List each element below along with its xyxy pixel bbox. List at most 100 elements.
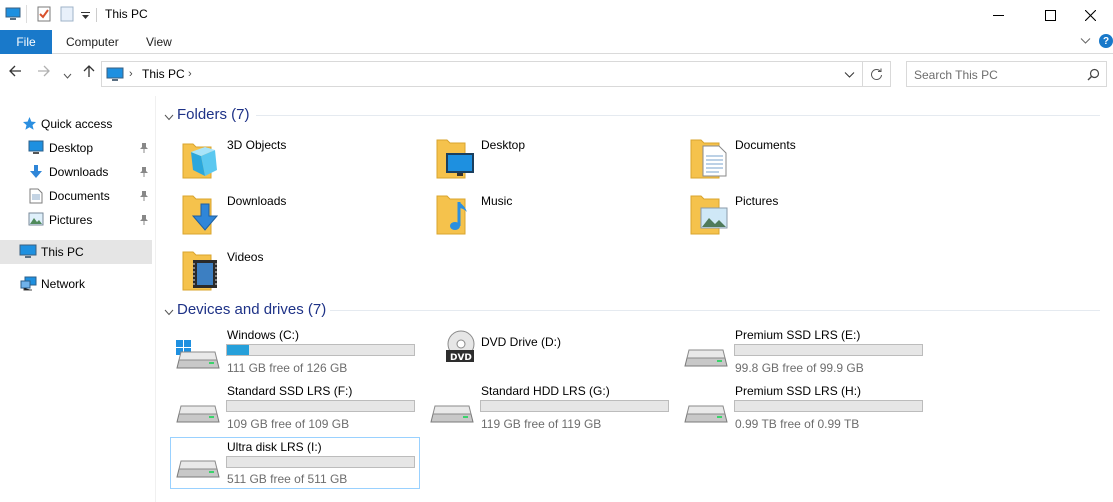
this-pc-icon	[106, 67, 124, 85]
star-icon	[22, 116, 37, 134]
folder-downloads[interactable]: Downloads	[181, 192, 431, 242]
drives-group-header[interactable]: Devices and drives (7)	[160, 300, 1100, 320]
drive-f[interactable]: Standard SSD LRS (F:) 109 GB free of 109…	[170, 382, 420, 434]
videos-icon	[181, 248, 221, 295]
drive-c[interactable]: Windows (C:) 111 GB free of 126 GB	[170, 326, 420, 378]
nav-quick-access[interactable]: Quick access	[0, 112, 152, 136]
properties-icon[interactable]	[37, 6, 51, 25]
hard-drive-icon	[683, 346, 729, 373]
breadcrumb-this-pc[interactable]: This PC	[142, 67, 185, 81]
tab-view[interactable]: View	[146, 35, 172, 49]
expand-ribbon-icon[interactable]	[1080, 35, 1091, 49]
address-bar[interactable]: › This PC ›	[101, 61, 863, 87]
drive-i[interactable]: Ultra disk LRS (I:) 511 GB free of 511 G…	[170, 437, 420, 489]
drive-free-space: 99.8 GB free of 99.9 GB	[735, 361, 864, 375]
folders-group-header[interactable]: Folders (7)	[160, 105, 1100, 125]
drive-label: Windows (C:)	[227, 328, 300, 342]
this-pc-icon[interactable]	[5, 6, 21, 25]
drive-g[interactable]: Standard HDD LRS (G:) 119 GB free of 119…	[424, 382, 674, 434]
minimize-button[interactable]	[975, 0, 1021, 30]
tab-file[interactable]: File	[0, 30, 52, 54]
network-icon	[20, 276, 37, 294]
drive-e[interactable]: Premium SSD LRS (E:) 99.8 GB free of 99.…	[678, 326, 928, 378]
drive-usage-bar	[480, 400, 669, 412]
nav-label: This PC	[41, 245, 84, 259]
search-box[interactable]: Search This PC	[906, 61, 1107, 87]
folder-label: Videos	[227, 250, 264, 264]
nav-label: Pictures	[49, 213, 93, 227]
nav-label: Desktop	[49, 141, 94, 155]
group-divider	[330, 310, 1100, 311]
drive-label: Premium SSD LRS (H:)	[735, 384, 862, 398]
documents-icon	[689, 136, 729, 183]
folder-label: Documents	[735, 138, 796, 152]
up-button[interactable]	[82, 64, 96, 81]
pictures-icon	[689, 192, 729, 239]
nav-item-pictures[interactable]: Pictures	[0, 208, 152, 232]
downloads-icon	[28, 164, 44, 182]
folder-label: Downloads	[227, 194, 287, 208]
nav-item-desktop[interactable]: Desktop	[0, 136, 152, 160]
folder-3d-objects[interactable]: 3D Objects	[181, 136, 431, 186]
drive-label: Standard HDD LRS (G:)	[481, 384, 610, 398]
new-folder-icon[interactable]	[60, 6, 74, 25]
downloads-icon	[181, 192, 221, 239]
drive-h[interactable]: Premium SSD LRS (H:) 0.99 TB free of 0.9…	[678, 382, 928, 434]
tab-computer[interactable]: Computer	[66, 35, 119, 49]
nav-item-downloads[interactable]: Downloads	[0, 160, 152, 184]
chevron-down-icon[interactable]	[164, 305, 174, 319]
hard-drive-icon	[175, 457, 221, 484]
breadcrumb-separator[interactable]: ›	[188, 68, 192, 80]
forward-button[interactable]	[37, 64, 51, 81]
3d-objects-icon	[181, 136, 219, 183]
nav-label: Documents	[49, 189, 110, 203]
nav-item-this-pc[interactable]: This PC	[0, 240, 152, 264]
folder-videos[interactable]: Videos	[181, 248, 431, 298]
drive-d[interactable]: DVD DVD Drive (D:)	[424, 326, 674, 378]
pictures-icon	[28, 212, 44, 229]
drive-usage-bar	[226, 456, 415, 468]
pin-icon[interactable]	[139, 190, 149, 205]
navigation-pane: Quick access Desktop Downloads Documents	[0, 96, 156, 502]
nav-item-documents[interactable]: Documents	[0, 184, 152, 208]
hard-drive-icon	[429, 402, 475, 429]
drive-usage-bar	[734, 344, 923, 356]
drive-usage-bar	[734, 400, 923, 412]
search-input[interactable]: Search This PC	[914, 68, 998, 82]
back-button[interactable]	[8, 64, 22, 81]
folder-pictures[interactable]: Pictures	[689, 192, 939, 242]
folder-music[interactable]: Music	[435, 192, 685, 242]
folder-documents[interactable]: Documents	[689, 136, 939, 186]
pin-icon[interactable]	[139, 142, 149, 157]
chevron-down-icon[interactable]	[164, 110, 174, 124]
quick-access-divider	[26, 5, 27, 23]
refresh-button[interactable]	[863, 61, 891, 87]
folders-group-title: Folders (7)	[177, 106, 250, 123]
nav-item-network[interactable]: Network	[0, 272, 152, 296]
folder-desktop[interactable]: Desktop	[435, 136, 685, 186]
dvd-drive-icon: DVD	[444, 330, 478, 369]
search-icon[interactable]	[1087, 68, 1100, 84]
drive-label: DVD Drive (D:)	[481, 335, 561, 349]
nav-label: Network	[41, 277, 86, 291]
folder-label: Music	[481, 194, 513, 208]
help-icon[interactable]: ?	[1099, 34, 1113, 48]
drive-free-space: 511 GB free of 511 GB	[227, 472, 348, 486]
breadcrumb-separator[interactable]: ›	[129, 68, 133, 80]
pin-icon[interactable]	[139, 166, 149, 181]
drives-group-title: Devices and drives (7)	[177, 301, 327, 318]
drive-label: Premium SSD LRS (E:)	[735, 328, 861, 342]
windows-drive-icon	[175, 340, 221, 375]
desktop-icon	[435, 136, 475, 183]
title-bar: This PC	[0, 0, 1113, 30]
address-dropdown-icon[interactable]	[844, 69, 855, 83]
nav-label: Downloads	[49, 165, 109, 179]
desktop-icon	[28, 140, 44, 158]
customize-toolbar-icon[interactable]	[81, 10, 90, 24]
pin-icon[interactable]	[139, 214, 149, 229]
ribbon: File Computer View ?	[0, 30, 1113, 54]
recent-locations-button[interactable]	[63, 68, 72, 82]
drive-label: Ultra disk LRS (I:)	[227, 440, 322, 454]
drive-free-space: 111 GB free of 126 GB	[227, 361, 348, 375]
close-button[interactable]	[1067, 0, 1113, 30]
